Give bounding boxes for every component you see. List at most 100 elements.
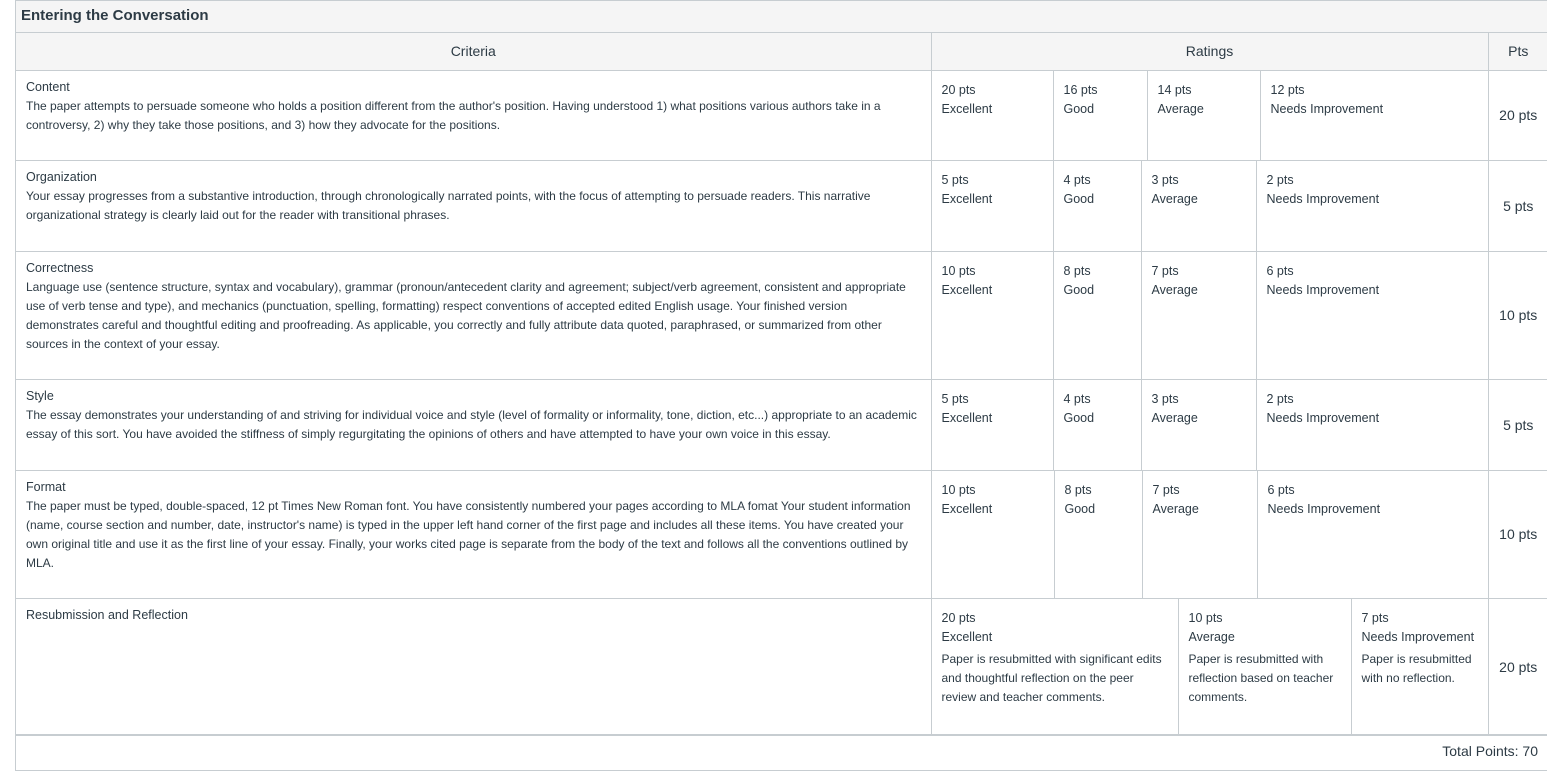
- criterion-name: Organization: [26, 169, 97, 184]
- criterion-cell: Correctness Language use (sentence struc…: [16, 251, 932, 380]
- rating-label: Good: [1063, 282, 1095, 297]
- rating[interactable]: 7 pts Needs Improvement Paper is resubmi…: [1352, 599, 1488, 735]
- rating[interactable]: 3 pts Average: [1142, 379, 1257, 470]
- rating[interactable]: 20 pts Excellent: [932, 70, 1054, 160]
- criterion-row: Organization Your essay progresses from …: [16, 160, 1547, 252]
- rating-label: Average: [1151, 410, 1198, 425]
- criterion-row: Style The essay demonstrates your unders…: [16, 379, 1547, 471]
- rubric-footer: Total Points: 70: [16, 734, 1547, 771]
- rating-label: Needs Improvement: [1361, 629, 1475, 644]
- criterion-points: 20 pts: [1488, 598, 1547, 736]
- rating-points: 6 pts: [1266, 263, 1294, 278]
- rating[interactable]: 10 pts Excellent: [932, 251, 1054, 379]
- rating-points: 20 pts: [941, 610, 976, 625]
- criteria-header: Criteria: [16, 33, 932, 71]
- rating-label: Excellent: [941, 191, 993, 206]
- rating-label: Good: [1063, 410, 1095, 425]
- criterion-cell: Resubmission and Reflection: [16, 598, 932, 736]
- criterion-name: Correctness: [26, 260, 94, 275]
- rating[interactable]: 8 pts Good: [1054, 251, 1142, 379]
- rating-label: Good: [1063, 101, 1095, 116]
- ratings-cell: 20 pts Excellent 16 pts Good 14 pts Average…: [931, 70, 1489, 161]
- criterion-description: The essay demonstrates your understandin…: [26, 407, 917, 441]
- rating-label: Excellent: [941, 410, 993, 425]
- rating[interactable]: 7 pts Average: [1142, 251, 1257, 379]
- rating-label: Excellent: [941, 629, 993, 644]
- rating-label: Needs Improvement: [1266, 410, 1380, 425]
- rating-label: Needs Improvement: [1267, 501, 1381, 516]
- rating-label: Excellent: [941, 101, 993, 116]
- rating[interactable]: 6 pts Needs Improvement: [1258, 471, 1488, 598]
- ratings-cell: 20 pts Excellent Paper is resubmitted wi…: [931, 598, 1489, 736]
- rating[interactable]: 3 pts Average: [1142, 160, 1257, 251]
- rating-description: Paper is resubmitted with reflection bas…: [1188, 651, 1334, 704]
- rating[interactable]: 14 pts Average: [1148, 70, 1261, 160]
- rating-label: Good: [1063, 191, 1095, 206]
- rubric-title: Entering the Conversation: [21, 7, 209, 24]
- rating-label: Average: [1157, 101, 1204, 116]
- rating-label: Needs Improvement: [1270, 101, 1384, 116]
- criterion-name: Style: [26, 388, 54, 403]
- rubric-table: Criteria Ratings Pts Content The paper a…: [16, 33, 1547, 736]
- criterion-row: Resubmission and Reflection 20 pts Excel…: [16, 598, 1547, 736]
- criterion-row: Content The paper attempts to persuade s…: [16, 70, 1547, 161]
- rating-points: 16 pts: [1063, 82, 1098, 97]
- criterion-points: 10 pts: [1488, 251, 1547, 380]
- rating-points: 7 pts: [1361, 610, 1389, 625]
- rating-points: 14 pts: [1157, 82, 1192, 97]
- ratings-cell: 10 pts Excellent 8 pts Good 7 pts Average 6…: [931, 251, 1489, 380]
- rating-points: 10 pts: [941, 482, 976, 497]
- rating-label: Excellent: [941, 501, 993, 516]
- rating[interactable]: 10 pts Average Paper is resubmitted with…: [1179, 598, 1352, 735]
- rating-points: 4 pts: [1063, 172, 1091, 187]
- rating-points: 7 pts: [1152, 482, 1180, 497]
- rating[interactable]: 2 pts Needs Improvement: [1257, 380, 1488, 470]
- rating-points: 10 pts: [941, 263, 976, 278]
- criterion-points: 10 pts: [1488, 470, 1547, 599]
- rating[interactable]: 2 pts Needs Improvement: [1257, 161, 1488, 251]
- rating-label: Average: [1188, 629, 1235, 644]
- rating-label: Average: [1152, 501, 1199, 516]
- rating-points: 3 pts: [1151, 172, 1179, 187]
- rating[interactable]: 6 pts Needs Improvement: [1257, 252, 1488, 379]
- rating-label: Average: [1151, 282, 1198, 297]
- pts-header: Pts: [1488, 33, 1547, 71]
- criterion-points: 20 pts: [1488, 70, 1547, 161]
- rating-points: 3 pts: [1151, 391, 1179, 406]
- rating-points: 4 pts: [1063, 391, 1091, 406]
- rubric-title-bar: Entering the Conversation: [16, 1, 1547, 33]
- rating-points: 7 pts: [1151, 263, 1179, 278]
- rating[interactable]: 4 pts Good: [1054, 379, 1142, 470]
- rating-points: 20 pts: [941, 82, 976, 97]
- rating[interactable]: 12 pts Needs Improvement: [1261, 71, 1488, 160]
- rating[interactable]: 4 pts Good: [1054, 160, 1142, 251]
- criterion-cell: Format The paper must be typed, double-s…: [16, 470, 932, 599]
- rating[interactable]: 10 pts Excellent: [932, 470, 1055, 598]
- rating[interactable]: 8 pts Good: [1055, 470, 1143, 598]
- rating-points: 6 pts: [1267, 482, 1295, 497]
- ratings-cell: 10 pts Excellent 8 pts Good 7 pts Average 6…: [931, 470, 1489, 599]
- rating-description: Paper is resubmitted with no reflection.: [1361, 651, 1472, 685]
- rating-label: Excellent: [941, 282, 993, 297]
- rating[interactable]: 16 pts Good: [1054, 70, 1148, 160]
- criterion-name: Resubmission and Reflection: [26, 607, 188, 622]
- criterion-name: Format: [26, 479, 66, 494]
- criterion-points: 5 pts: [1488, 160, 1547, 252]
- rating[interactable]: 20 pts Excellent Paper is resubmitted wi…: [932, 598, 1179, 735]
- rating[interactable]: 5 pts Excellent: [932, 160, 1054, 251]
- criterion-cell: Content The paper attempts to persuade s…: [16, 70, 932, 161]
- rating-label: Needs Improvement: [1266, 191, 1380, 206]
- rubric: Entering the Conversation Criteria Ratin…: [15, 0, 1547, 771]
- rating[interactable]: 7 pts Average: [1143, 470, 1258, 598]
- ratings-header: Ratings: [931, 33, 1489, 71]
- criterion-row: Format The paper must be typed, double-s…: [16, 470, 1547, 599]
- criterion-name: Content: [26, 79, 70, 94]
- rating[interactable]: 5 pts Excellent: [932, 379, 1054, 470]
- rating-points: 5 pts: [941, 391, 969, 406]
- criterion-description: Language use (sentence structure, syntax…: [26, 279, 906, 351]
- rating-label: Needs Improvement: [1266, 282, 1380, 297]
- rating-points: 5 pts: [941, 172, 969, 187]
- rating-points: 8 pts: [1064, 482, 1092, 497]
- criterion-row: Correctness Language use (sentence struc…: [16, 251, 1547, 380]
- ratings-cell: 5 pts Excellent 4 pts Good 3 pts Average 2 …: [931, 379, 1489, 471]
